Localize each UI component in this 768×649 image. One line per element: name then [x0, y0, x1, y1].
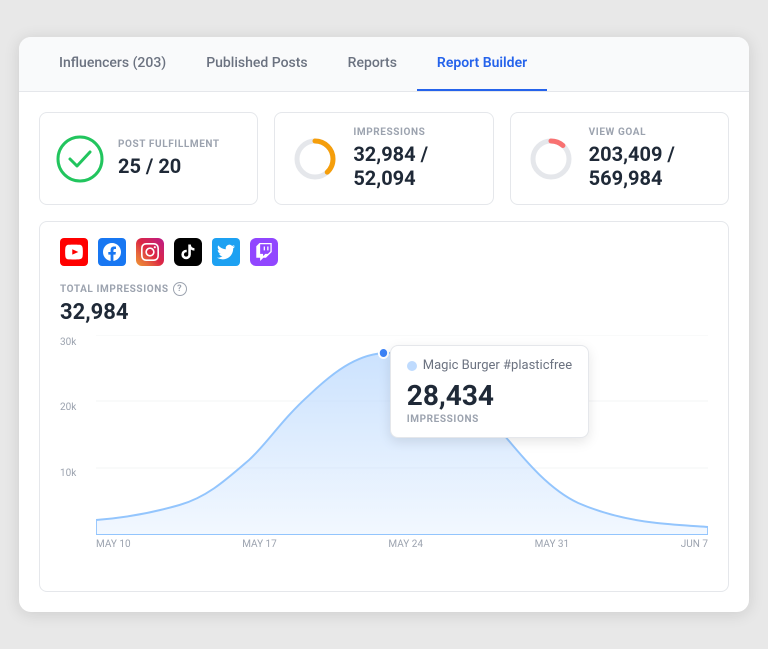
tab-reports[interactable]: Reports [328, 37, 417, 91]
chart-container: 30k 20k 10k [60, 335, 708, 575]
facebook-icon[interactable] [98, 238, 126, 266]
tooltip-value: 28,434 [407, 379, 572, 412]
kpi-view-goal-value: 203,409 / 569,984 [589, 142, 712, 190]
post-fulfillment-icon [56, 135, 104, 183]
kpi-post-fulfillment-label: POST FULFILLMENT [118, 139, 220, 150]
kpi-view-goal: VIEW GOAL 203,409 / 569,984 [510, 112, 729, 205]
tab-bar: Influencers (203) Published Posts Report… [19, 37, 749, 92]
chart-total: 32,984 [60, 300, 708, 325]
twitch-icon[interactable] [250, 238, 278, 266]
x-label-may10: MAY 10 [96, 539, 131, 550]
twitter-icon[interactable] [212, 238, 240, 266]
x-label-may31: MAY 31 [535, 539, 570, 550]
chart-section: TOTAL IMPRESSIONS ? 32,984 30k 20k 10k [39, 221, 729, 592]
x-axis: MAY 10 MAY 17 MAY 24 MAY 31 JUN 7 [96, 539, 708, 550]
x-label-may17: MAY 17 [242, 539, 277, 550]
kpi-row: POST FULFILLMENT 25 / 20 IMPRESSIONS 32,… [19, 92, 749, 221]
tooltip-title-text: Magic Burger #plasticfree [423, 358, 572, 373]
youtube-icon[interactable] [60, 238, 88, 266]
main-card: Influencers (203) Published Posts Report… [19, 37, 749, 612]
instagram-icon[interactable] [136, 238, 164, 266]
kpi-post-fulfillment: POST FULFILLMENT 25 / 20 [39, 112, 258, 205]
tooltip-dot [407, 361, 417, 371]
chart-header: TOTAL IMPRESSIONS ? 32,984 [60, 282, 708, 325]
tooltip-sublabel: IMPRESSIONS [407, 414, 572, 425]
kpi-post-fulfillment-value: 25 / 20 [118, 154, 220, 178]
tab-published-posts[interactable]: Published Posts [186, 37, 327, 91]
y-label-20k: 20k [60, 402, 76, 413]
info-icon[interactable]: ? [173, 282, 187, 296]
chart-plot-area: Magic Burger #plasticfree 28,434 IMPRESS… [96, 335, 708, 535]
tab-influencers[interactable]: Influencers (203) [39, 37, 186, 91]
chart-tooltip: Magic Burger #plasticfree 28,434 IMPRESS… [390, 345, 589, 438]
chart-label: TOTAL IMPRESSIONS ? [60, 282, 708, 296]
tab-report-builder[interactable]: Report Builder [417, 37, 547, 91]
tiktok-icon[interactable] [174, 238, 202, 266]
kpi-view-goal-label: VIEW GOAL [589, 127, 712, 138]
y-label-10k: 10k [60, 468, 76, 479]
view-goal-icon [527, 135, 575, 183]
y-label-30k: 30k [60, 337, 76, 348]
kpi-impressions: IMPRESSIONS 32,984 / 52,094 [274, 112, 493, 205]
kpi-impressions-value: 32,984 / 52,094 [353, 142, 476, 190]
x-label-may24: MAY 24 [388, 539, 423, 550]
impressions-icon [291, 135, 339, 183]
x-label-jun7: JUN 7 [681, 539, 708, 550]
social-icons-row [60, 238, 708, 266]
kpi-impressions-label: IMPRESSIONS [353, 127, 476, 138]
